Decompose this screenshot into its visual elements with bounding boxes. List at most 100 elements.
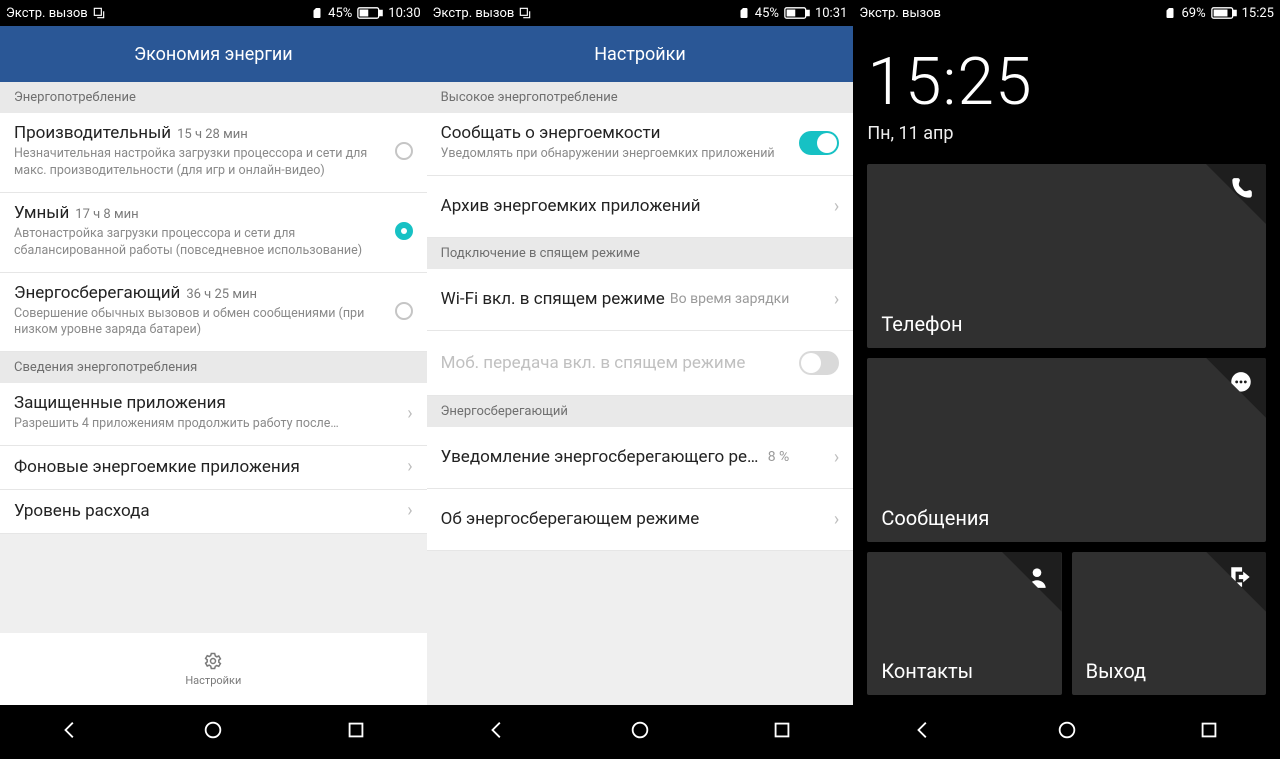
chevron-right-icon: ›	[834, 196, 839, 217]
row-title: Фоновые энергоемкие приложения	[14, 457, 300, 477]
nav-home[interactable]	[202, 719, 224, 745]
mode-smart[interactable]: Умный 17 ч 8 мин Автонастройка загрузки п…	[0, 193, 427, 273]
mode-saver[interactable]: Энергосберегающий 36 ч 25 мин Совершение …	[0, 273, 427, 353]
row-title: Уведомление энергосберегающего ре…	[441, 447, 759, 467]
section-header-sleep-connection: Подключение в спящем режиме	[427, 238, 854, 269]
row-title: Об энергосберегающем режиме	[441, 509, 700, 529]
mode-title: Умный	[14, 203, 69, 223]
saver-notif-row[interactable]: Уведомление энергосберегающего ре… 8 % ›	[427, 427, 854, 489]
row-title: Архив энергоемких приложений	[441, 196, 701, 216]
about-saver-row[interactable]: Об энергосберегающем режиме ›	[427, 489, 854, 551]
nav-recent[interactable]	[345, 719, 367, 745]
tile-exit[interactable]: Выход	[1072, 552, 1266, 695]
toggle-off-disabled	[799, 351, 839, 375]
mode-performance[interactable]: Производительный 15 ч 28 мин Незначительн…	[0, 113, 427, 193]
battery-icon	[357, 6, 383, 20]
page-title: Экономия энергии	[134, 44, 293, 65]
wifi-sleep-row[interactable]: Wi-Fi вкл. в спящем режиме Во время заря…	[427, 269, 854, 331]
status-bar: Экстр. вызов 45% 10:31	[427, 0, 854, 26]
background-apps-row[interactable]: Фоновые энергоемкие приложения ›	[0, 446, 427, 490]
content-area: Энергопотребление Производительный 15 ч 2…	[0, 82, 427, 705]
date: Пн, 11 апр	[867, 123, 1266, 144]
tile-label: Телефон	[881, 312, 1252, 336]
bottom-settings-tab[interactable]: Настройки	[0, 633, 427, 705]
carrier-text: Экстр. вызов	[6, 6, 88, 21]
usage-level-row[interactable]: Уровень расхода ›	[0, 490, 427, 534]
nav-home[interactable]	[1056, 719, 1078, 745]
row-sub: Разрешить 4 приложениям продолжить работ…	[14, 416, 373, 433]
tile-contacts[interactable]: Контакты	[867, 552, 1061, 695]
page-title-bar: Экономия энергии	[0, 26, 427, 82]
chevron-right-icon: ›	[407, 456, 412, 477]
row-sub: Уведомлять при обнаружении энергоемких п…	[441, 146, 800, 163]
page-title-bar: Настройки	[427, 26, 854, 82]
row-title: Сообщать о энергоемкости	[441, 123, 661, 143]
time-text: 15:25	[1242, 6, 1274, 21]
screenshot-icon	[518, 6, 532, 20]
tile-label: Контакты	[881, 659, 1047, 683]
carrier-text: Экстр. вызов	[859, 6, 941, 21]
tile-messages[interactable]: Сообщения	[867, 358, 1266, 542]
sim-icon	[1164, 6, 1176, 20]
chevron-right-icon: ›	[834, 447, 839, 468]
tile-row-bottom: Контакты Выход	[867, 552, 1266, 695]
mode-sub: Незначительная настройка загрузки процес…	[14, 146, 373, 180]
mode-title: Производительный	[14, 123, 171, 143]
nav-back[interactable]	[487, 719, 509, 745]
mobile-sleep-row: Моб. передача вкл. в спящем режиме	[427, 331, 854, 396]
phone-center: Экстр. вызов 45% 10:31 Настройки Высокое…	[427, 0, 854, 759]
row-title: Уровень расхода	[14, 501, 150, 521]
row-value: 8 %	[768, 449, 790, 465]
archive-row[interactable]: Архив энергоемких приложений ›	[427, 176, 854, 238]
battery-text: 69%	[1181, 6, 1205, 21]
mode-time: 15 ч 28 мин	[177, 127, 248, 142]
section-header-consumption: Энергопотребление	[0, 82, 427, 113]
mode-sub: Совершение обычных вызовов и обмен сообщ…	[14, 306, 373, 340]
section-header-details: Сведения энергопотребления	[0, 352, 427, 383]
tiles-container: Телефон Сообщения Контакты	[867, 164, 1266, 695]
protected-apps-row[interactable]: Защищенные приложения Разрешить 4 прилож…	[0, 383, 427, 446]
sim-icon	[738, 6, 750, 20]
status-bar: Экстр. вызов 45% 10:30	[0, 0, 427, 26]
exit-icon	[1228, 564, 1254, 590]
tile-corner	[1206, 358, 1266, 418]
nav-bar	[427, 705, 854, 759]
gear-icon	[203, 651, 223, 671]
battery-text: 45%	[755, 6, 779, 21]
nav-recent[interactable]	[1198, 719, 1220, 745]
radio-unselected[interactable]	[395, 142, 413, 160]
radio-unselected[interactable]	[395, 302, 413, 320]
mode-time: 36 ч 25 мин	[186, 287, 257, 302]
clock: 15:25	[867, 44, 1266, 121]
mode-time: 17 ч 8 мин	[75, 207, 138, 222]
chevron-right-icon: ›	[407, 403, 412, 424]
mode-sub: Автонастройка загрузки процессора и сети…	[14, 226, 373, 260]
notify-energy-row[interactable]: Сообщать о энергоемкости Уведомлять при …	[427, 113, 854, 176]
lock-screen-body: 15:25 Пн, 11 апр Телефон Сообщения	[853, 26, 1280, 705]
chevron-right-icon: ›	[834, 509, 839, 530]
sim-icon	[311, 6, 323, 20]
tile-label: Выход	[1086, 659, 1252, 683]
radio-selected[interactable]	[395, 222, 413, 240]
content-area: Высокое энергопотребление Сообщать о эне…	[427, 82, 854, 705]
status-bar: Экстр. вызов 69% 15:25	[853, 0, 1280, 26]
nav-back[interactable]	[60, 719, 82, 745]
tile-corner	[1206, 552, 1266, 612]
tile-label: Сообщения	[881, 506, 1252, 530]
nav-back[interactable]	[913, 719, 935, 745]
toggle-on[interactable]	[799, 131, 839, 155]
bottom-settings-label: Настройки	[185, 674, 241, 687]
nav-recent[interactable]	[771, 719, 793, 745]
mode-title: Энергосберегающий	[14, 283, 180, 303]
page-title: Настройки	[594, 44, 686, 65]
battery-icon	[1211, 6, 1237, 20]
nav-home[interactable]	[629, 719, 651, 745]
chevron-right-icon: ›	[834, 289, 839, 310]
person-icon	[1024, 564, 1050, 590]
section-header-high-consumption: Высокое энергопотребление	[427, 82, 854, 113]
phone-right: Экстр. вызов 69% 15:25 15:25 Пн, 11 апр …	[853, 0, 1280, 759]
nav-bar	[853, 705, 1280, 759]
tile-phone[interactable]: Телефон	[867, 164, 1266, 348]
chat-icon	[1228, 370, 1254, 396]
row-title: Защищенные приложения	[14, 393, 226, 413]
